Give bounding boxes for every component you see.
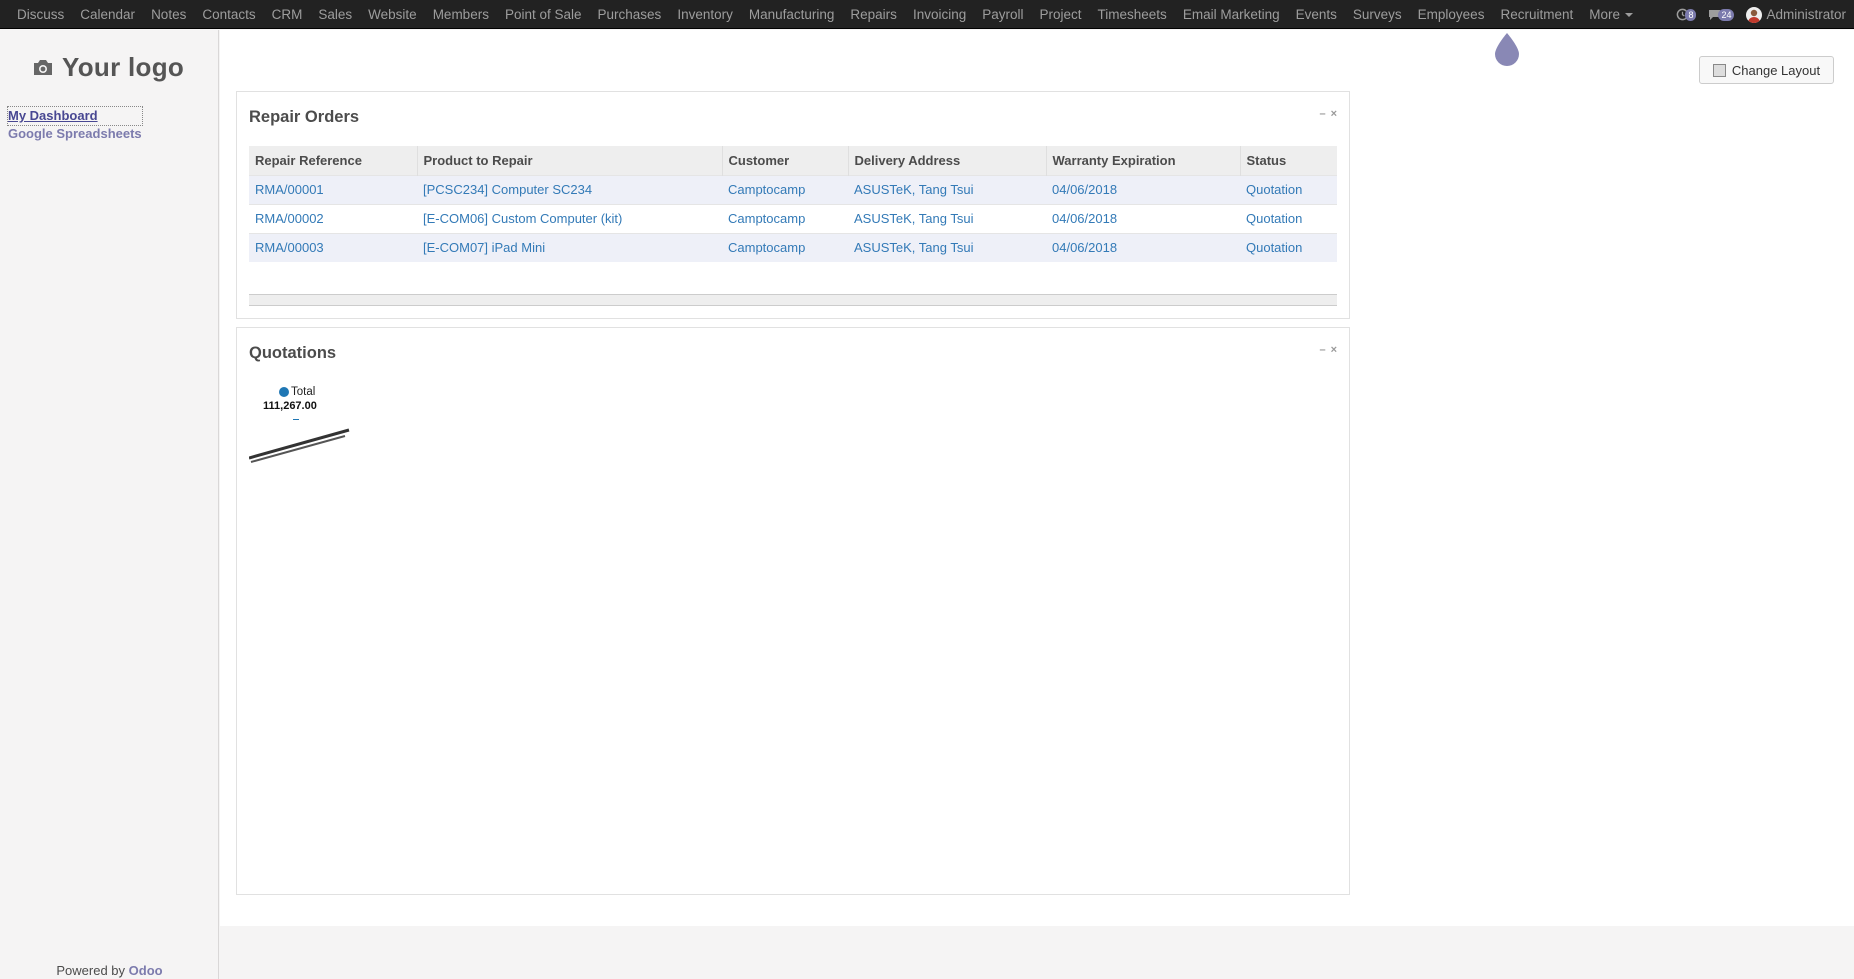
panel-title: Repair Orders — [249, 108, 360, 126]
cell-delivery-address[interactable]: ASUSTeK, Tang Tsui — [848, 203, 1046, 233]
menu-item-recruitment[interactable]: Recruitment — [1492, 0, 1581, 29]
menu-item-crm[interactable]: CRM — [264, 0, 311, 29]
cell-reference[interactable]: RMA/00001 — [249, 174, 417, 204]
x-axis-tick-labels — [250, 435, 346, 463]
change-layout-label: Change Layout — [1731, 62, 1821, 78]
cell-reference[interactable]: RMA/00003 — [249, 232, 417, 262]
odoo-link[interactable]: Odoo — [129, 963, 163, 978]
cell-status[interactable]: Quotation — [1240, 174, 1337, 204]
change-layout-button[interactable]: Change Layout — [1699, 56, 1834, 84]
cell-warranty[interactable]: 04/06/2018 — [1046, 174, 1240, 204]
app-menu: Discuss Calendar Notes Contacts CRM Sale… — [0, 0, 1641, 29]
fold-icon[interactable]: – — [1319, 344, 1325, 356]
menu-item-invoicing[interactable]: Invoicing — [905, 0, 974, 29]
user-avatar-icon — [1748, 9, 1761, 23]
cell-customer[interactable]: Camptocamp — [722, 174, 848, 204]
camera-icon — [34, 60, 52, 75]
menu-item-surveys[interactable]: Surveys — [1345, 0, 1410, 29]
menu-item-purchases[interactable]: Purchases — [590, 0, 670, 29]
bar[interactable] — [293, 419, 299, 420]
panel-tools: – × — [1319, 344, 1337, 356]
quotations-panel: Quotations – × Total 111,267.00 — [236, 327, 1350, 895]
powered-by-text: Powered by — [56, 963, 126, 978]
messages-button[interactable]: 24 — [1708, 8, 1735, 21]
column-header[interactable]: Repair Reference — [249, 146, 417, 175]
table-row[interactable]: RMA/00002 [E-COM06] Custom Computer (kit… — [249, 203, 1337, 233]
activity-count-badge: 8 — [1685, 8, 1697, 21]
column-header[interactable]: Product to Repair — [416, 146, 722, 175]
cell-product[interactable]: [PCSC234] Computer SC234 — [417, 174, 722, 204]
fold-icon[interactable]: – — [1319, 108, 1325, 120]
horizontal-scrollbar[interactable] — [249, 294, 1337, 306]
menu-item-repairs[interactable]: Repairs — [842, 0, 905, 29]
menu-item-timesheets[interactable]: Timesheets — [1090, 0, 1175, 29]
left-sidebar: Your logo My Dashboard Google Spreadshee… — [0, 30, 219, 979]
close-icon[interactable]: × — [1331, 344, 1337, 356]
repair-orders-panel: Repair Orders – × Repair Reference Produ… — [236, 91, 1350, 319]
cell-product[interactable]: [E-COM06] Custom Computer (kit) — [417, 203, 722, 233]
activity-button[interactable]: 8 — [1676, 8, 1697, 21]
menu-item-more[interactable]: More — [1581, 0, 1641, 29]
menu-item-discuss[interactable]: Discuss — [9, 0, 72, 29]
menu-item-notes[interactable]: Notes — [143, 0, 194, 29]
menu-item-manufacturing[interactable]: Manufacturing — [741, 0, 843, 29]
column-header[interactable]: Customer — [721, 146, 848, 175]
user-menu[interactable]: Administrator — [1746, 6, 1846, 23]
powered-by: Powered by Odoo — [0, 963, 219, 979]
menu-item-calendar[interactable]: Calendar — [72, 0, 143, 29]
menu-item-point-of-sale[interactable]: Point of Sale — [497, 0, 590, 29]
user-name: Administrator — [1766, 7, 1846, 22]
company-logo[interactable]: Your logo — [32, 52, 184, 83]
x-axis — [249, 428, 350, 460]
cell-reference[interactable]: RMA/00002 — [249, 203, 417, 233]
cell-status[interactable]: Quotation — [1240, 232, 1337, 262]
cell-warranty[interactable]: 04/06/2018 — [1046, 203, 1240, 233]
layout-icon — [1712, 63, 1726, 77]
cell-delivery-address[interactable]: ASUSTeK, Tang Tsui — [848, 232, 1046, 262]
systray: 8 24 Administrator — [1676, 0, 1846, 29]
cell-delivery-address[interactable]: ASUSTeK, Tang Tsui — [848, 174, 1046, 204]
table-header-row: Repair Reference Product to Repair Custo… — [249, 146, 1337, 175]
cell-customer[interactable]: Camptocamp — [722, 203, 848, 233]
top-menu-bar: Discuss Calendar Notes Contacts CRM Sale… — [0, 0, 1854, 29]
menu-item-inventory[interactable]: Inventory — [669, 0, 741, 29]
panel-tools: – × — [1319, 108, 1337, 120]
quotations-chart: Total 111,267.00 — [249, 386, 359, 466]
menu-item-contacts[interactable]: Contacts — [194, 0, 263, 29]
menu-item-website[interactable]: Website — [360, 0, 425, 29]
repair-orders-table: Repair Reference Product to Repair Custo… — [249, 146, 1337, 262]
table-row[interactable]: RMA/00001 [PCSC234] Computer SC234 Campt… — [249, 174, 1337, 204]
menu-item-members[interactable]: Members — [425, 0, 497, 29]
cell-product[interactable]: [E-COM07] iPad Mini — [417, 232, 722, 262]
close-icon[interactable]: × — [1331, 108, 1337, 120]
table-row[interactable]: RMA/00003 [E-COM07] iPad Mini Camptocamp… — [249, 232, 1337, 262]
sidebar-links: My Dashboard Google Spreadsheets — [7, 106, 143, 143]
cell-customer[interactable]: Camptocamp — [722, 232, 848, 262]
menu-item-events[interactable]: Events — [1288, 0, 1345, 29]
menu-item-sales[interactable]: Sales — [310, 0, 360, 29]
logo-text: Your logo — [62, 52, 185, 82]
menu-more-label: More — [1589, 6, 1620, 22]
menu-item-project[interactable]: Project — [1032, 0, 1090, 29]
column-header[interactable]: Status — [1239, 146, 1337, 175]
menu-item-employees[interactable]: Employees — [1410, 0, 1493, 29]
panel-title: Quotations — [249, 344, 337, 362]
sidebar-item-google-spreadsheets[interactable]: Google Spreadsheets — [8, 125, 142, 143]
water-drop-icon — [1495, 33, 1519, 66]
caret-down-icon — [1625, 12, 1633, 17]
chart-svg — [249, 419, 350, 463]
menu-item-payroll[interactable]: Payroll — [974, 0, 1031, 29]
sidebar-item-my-dashboard[interactable]: My Dashboard — [7, 106, 143, 126]
cell-warranty[interactable]: 04/06/2018 — [1046, 232, 1240, 262]
cell-status[interactable]: Quotation — [1240, 203, 1337, 233]
messages-count-badge: 24 — [1718, 8, 1735, 21]
menu-item-email-marketing[interactable]: Email Marketing — [1175, 0, 1288, 29]
column-header[interactable]: Delivery Address — [847, 146, 1046, 175]
avatar — [1746, 6, 1763, 23]
column-header[interactable]: Warranty Expiration — [1045, 146, 1240, 175]
